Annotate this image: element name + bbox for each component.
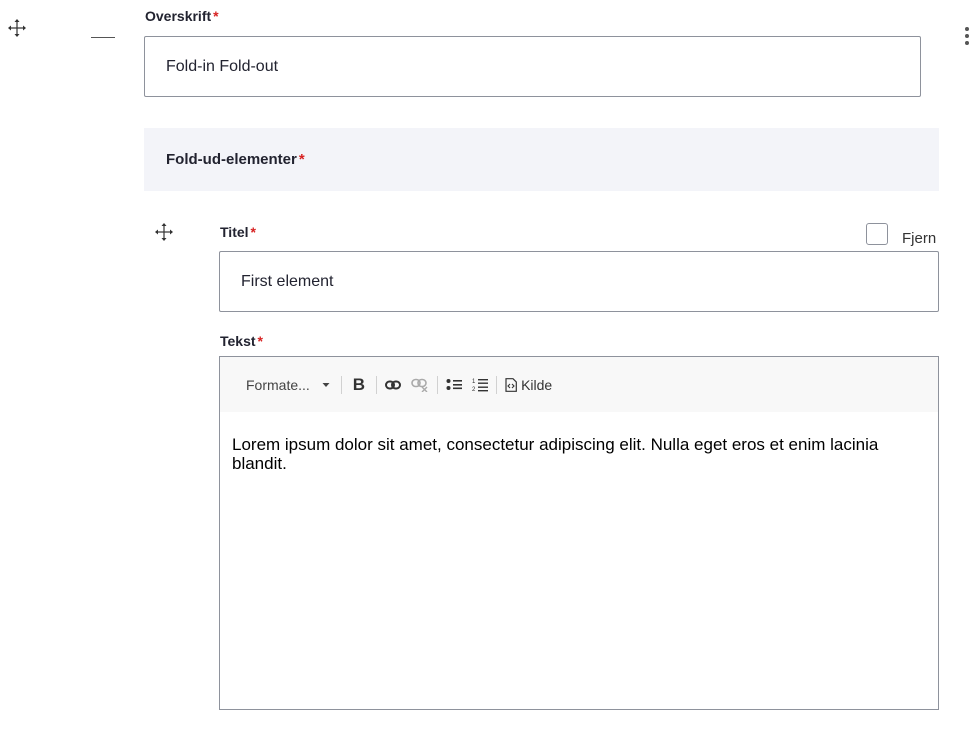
svg-text:1: 1 xyxy=(472,379,476,385)
bold-button[interactable]: B xyxy=(345,372,373,398)
required-mark: * xyxy=(298,151,305,168)
toolbar-separator xyxy=(340,375,342,394)
title-input[interactable]: First element xyxy=(219,251,939,312)
editor-toolbar: Formate... B 1 2 Kilde xyxy=(220,357,938,412)
unlink-button[interactable] xyxy=(406,372,434,398)
collapse-icon[interactable] xyxy=(91,37,115,38)
title-input-value: First element xyxy=(241,272,334,290)
bulleted-list-icon xyxy=(446,378,463,390)
source-button[interactable]: Kilde xyxy=(500,372,557,398)
heading-input-value: Fold-in Fold-out xyxy=(166,57,279,75)
remove-checkbox[interactable] xyxy=(866,223,888,245)
section-header: Fold-ud-elementer * xyxy=(144,128,939,191)
heading-field-label: Overskrift * xyxy=(145,8,219,24)
bulleted-list-button[interactable] xyxy=(441,372,467,398)
required-mark: * xyxy=(213,8,219,24)
bold-icon: B xyxy=(352,374,366,394)
text-field-label: Tekst * xyxy=(220,333,263,349)
numbered-list-button[interactable]: 1 2 xyxy=(467,372,493,398)
source-button-label: Kilde xyxy=(521,376,553,393)
toolbar-separator xyxy=(496,375,498,394)
text-editor[interactable]: Formate... B 1 2 Kilde Lorem ipsum dolor… xyxy=(219,356,939,710)
toolbar-separator xyxy=(376,375,378,394)
numbered-list-icon: 1 2 xyxy=(472,378,489,393)
unlink-icon xyxy=(411,378,428,392)
editor-content[interactable]: Lorem ipsum dolor sit amet, consectetur … xyxy=(220,412,938,473)
svg-text:2: 2 xyxy=(472,387,476,393)
chevron-down-icon xyxy=(322,382,330,387)
more-vertical-icon[interactable] xyxy=(962,25,972,47)
required-mark: * xyxy=(257,333,263,349)
format-dropdown[interactable]: Formate... xyxy=(246,372,335,398)
source-icon xyxy=(505,377,517,392)
heading-input[interactable]: Fold-in Fold-out xyxy=(144,36,921,97)
title-field-label: Titel * xyxy=(220,224,256,240)
toolbar-separator xyxy=(437,375,439,394)
remove-label[interactable]: Fjern xyxy=(902,230,936,247)
format-dropdown-label: Formate... xyxy=(246,376,310,393)
item-move-icon[interactable] xyxy=(155,223,173,241)
link-button[interactable] xyxy=(380,372,406,398)
section-title: Fold-ud-elementer xyxy=(166,151,297,168)
move-icon[interactable] xyxy=(8,19,26,37)
required-mark: * xyxy=(250,224,256,240)
link-icon xyxy=(385,380,402,389)
